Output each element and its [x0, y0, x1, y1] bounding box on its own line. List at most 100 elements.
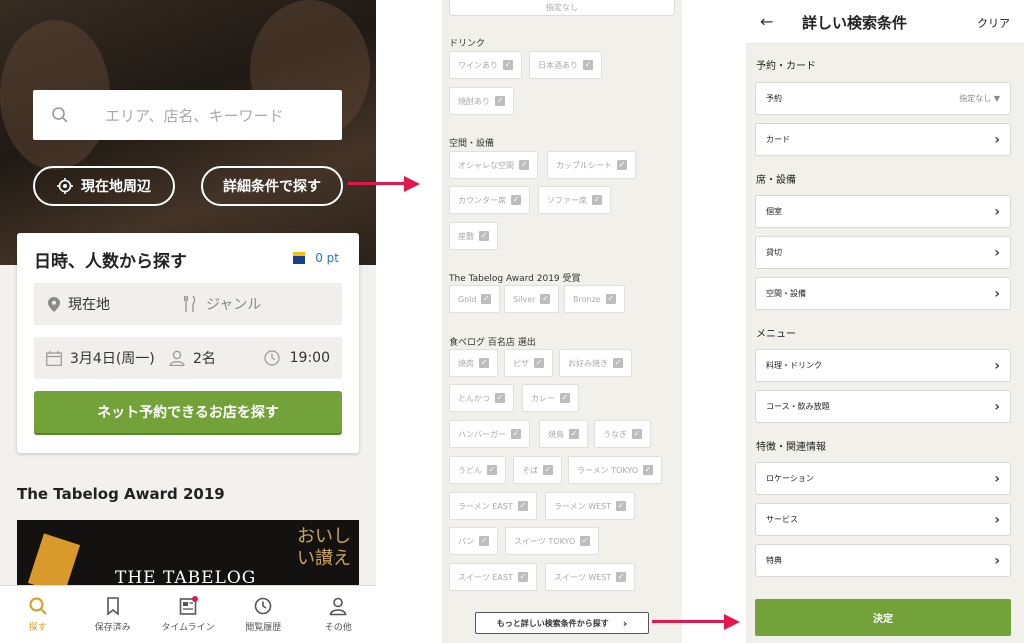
chip-label: ラーメン TOKYO — [577, 465, 639, 475]
people-selector[interactable]: 2名 — [169, 348, 259, 368]
chip-udon[interactable]: うどん ✓ — [449, 456, 506, 484]
search-icon — [29, 597, 47, 615]
item-card[interactable]: カード › — [755, 123, 1011, 156]
tab-other[interactable]: その他 — [301, 586, 376, 643]
chip-gold[interactable]: Gold ✓ — [449, 285, 501, 313]
history-icon — [254, 597, 272, 615]
search-input[interactable]: エリア、店名、キーワード — [33, 90, 342, 140]
chip-unagi[interactable]: うなぎ ✓ — [594, 420, 651, 448]
chip-zashiki[interactable]: 座敷 ✓ — [449, 222, 498, 250]
chip-sofa[interactable]: ソファー席 ✓ — [538, 186, 611, 214]
nearby-button[interactable]: 現在地周辺 — [33, 166, 175, 206]
chip-curry[interactable]: カレー ✓ — [522, 384, 579, 412]
item-label: 料理・ドリンク — [766, 361, 822, 370]
chip-silver[interactable]: Silver ✓ — [504, 285, 560, 313]
chip-tonkatsu[interactable]: とんかつ ✓ — [449, 384, 514, 412]
chip-ramen-east[interactable]: ラーメン EAST ✓ — [449, 492, 537, 520]
bottom-tab-bar: 探す 保存済み タイムライン 閲覧履歴 その他 — [0, 585, 376, 643]
filter-chips-screen: 指定なし ドリンク ワインあり ✓ 日本酒あり ✓ 焼酎あり ✓ 空間・設備 オシャレ… — [442, 0, 682, 643]
item-charter[interactable]: 貸切 › — [755, 236, 1011, 269]
flow-arrow-1-head — [404, 175, 420, 192]
checkbox-icon: ✓ — [517, 501, 528, 511]
chip-bronze[interactable]: Bronze ✓ — [564, 285, 625, 313]
chip-label: カップルシート — [556, 160, 612, 170]
chip-counter[interactable]: カウンター席 ✓ — [449, 186, 530, 214]
chip-hamburger[interactable]: ハンバーガー ✓ — [449, 420, 530, 448]
award-banner[interactable]: THE TABELOG おいしい讃え — [17, 520, 359, 590]
item-course[interactable]: コース・飲み放題 › — [755, 390, 1011, 423]
detail-search-button[interactable]: 詳細条件で探す — [201, 166, 343, 206]
more-detail-label: もっと詳しい検索条件から探す — [496, 618, 609, 628]
chip-bread[interactable]: パン ✓ — [449, 527, 499, 555]
flow-arrow-2 — [652, 620, 726, 623]
chip-label: ピザ — [513, 358, 529, 368]
date-selector[interactable]: 3月4日(周一) — [34, 348, 169, 368]
chip-pizza[interactable]: ピザ ✓ — [504, 349, 553, 377]
reserve-select[interactable]: 予約 指定なし ▼ — [755, 82, 1011, 115]
chip-shochu[interactable]: 焼酎あり ✓ — [449, 87, 514, 115]
chip-soba[interactable]: そば ✓ — [513, 456, 562, 484]
chip-ramen-west[interactable]: ラーメン WEST ✓ — [545, 492, 636, 520]
tpoint-badge[interactable]: 0 pt — [293, 251, 339, 265]
flow-arrow-1 — [348, 182, 406, 185]
chip-sweets-west[interactable]: スイーツ WEST ✓ — [545, 563, 636, 591]
item-space[interactable]: 空間・設備 › — [755, 277, 1011, 310]
back-arrow-icon[interactable]: ← — [760, 12, 773, 31]
reserve-search-button[interactable]: ネット予約できるお店を探す — [34, 391, 342, 433]
checkbox-icon: ✓ — [511, 195, 521, 205]
genre-selector[interactable]: ジャンル — [184, 294, 261, 314]
tpoint-logo-icon — [293, 252, 306, 264]
item-location[interactable]: ロケーション › — [755, 462, 1011, 495]
top-select[interactable]: 指定なし — [449, 0, 675, 16]
tab-search[interactable]: 探す — [0, 586, 75, 643]
checkbox-icon: ✓ — [479, 536, 490, 546]
chip-couple-seat[interactable]: カップルシート ✓ — [547, 151, 636, 179]
detail-conditions-screen: ← 詳しい検索条件 クリア 予約・カード 予約 指定なし ▼ カード › 席・設備… — [746, 0, 1024, 643]
chip-label: ハンバーガー — [458, 429, 506, 439]
checkbox-icon: ✓ — [616, 501, 627, 511]
tab-saved[interactable]: 保存済み — [75, 586, 150, 643]
chip-sweets-tokyo[interactable]: スイーツ TOKYO ✓ — [505, 527, 600, 555]
search-home-screen: エリア、店名、キーワード 現在地周辺 詳細条件で探す 日時、人数から探す 0 p… — [0, 0, 376, 643]
calendar-icon — [46, 350, 62, 366]
chip-label: Silver — [513, 294, 536, 304]
search-icon — [52, 107, 68, 123]
chip-ramen-tokyo[interactable]: ラーメン TOKYO ✓ — [568, 456, 663, 484]
chip-sake[interactable]: 日本酒あり ✓ — [529, 51, 602, 79]
chip-stylish[interactable]: オシャレな空間 ✓ — [449, 151, 538, 179]
tab-timeline[interactable]: タイムライン — [150, 586, 225, 643]
section-reserve-card: 予約・カード — [756, 61, 816, 72]
chip-okonomiyaki[interactable]: お好み焼き ✓ — [559, 349, 632, 377]
item-label: 貸切 — [766, 248, 782, 257]
item-private-room[interactable]: 個室 › — [755, 195, 1011, 228]
facility-header: 空間・設備 — [449, 139, 495, 149]
checkbox-icon: ✓ — [534, 358, 544, 368]
chip-label: 焼酎あり — [458, 96, 490, 106]
item-label: カード — [766, 135, 790, 144]
item-food-drink[interactable]: 料理・ドリンク › — [755, 349, 1011, 382]
reserve-value: 指定なし ▼ — [959, 94, 1000, 103]
section-menu: メニュー — [756, 329, 796, 340]
item-label: 空間・設備 — [766, 289, 806, 298]
clear-button[interactable]: クリア — [977, 15, 1010, 31]
date-time-row: 3月4日(周一) 2名 19:00 — [34, 337, 342, 379]
chip-label: ワインあり — [458, 60, 498, 70]
person-icon — [169, 350, 185, 366]
tab-history[interactable]: 閲覧履歴 — [226, 586, 301, 643]
chip-yakiniku[interactable]: 焼肉 ✓ — [449, 349, 498, 377]
chip-wine[interactable]: ワインあり ✓ — [449, 51, 522, 79]
item-label: ロケーション — [766, 474, 814, 483]
item-benefit[interactable]: 特典 › — [755, 544, 1011, 577]
search-placeholder: エリア、店名、キーワード — [105, 106, 284, 125]
chip-label: お好み焼き — [568, 358, 608, 368]
decide-button[interactable]: 決定 — [755, 599, 1011, 636]
time-selector[interactable]: 19:00 — [264, 350, 342, 366]
chip-yakitori[interactable]: 焼鳥 ✓ — [539, 420, 588, 448]
location-selector[interactable]: 現在地 — [34, 294, 184, 314]
chip-sweets-east[interactable]: スイーツ EAST ✓ — [449, 563, 537, 591]
more-detail-button[interactable]: もっと詳しい検索条件から探す › — [475, 612, 649, 634]
item-service[interactable]: サービス › — [755, 503, 1011, 536]
tab-label: 探す — [28, 623, 47, 633]
item-label: 特典 — [766, 556, 782, 565]
chevron-right-icon: › — [994, 285, 1000, 302]
